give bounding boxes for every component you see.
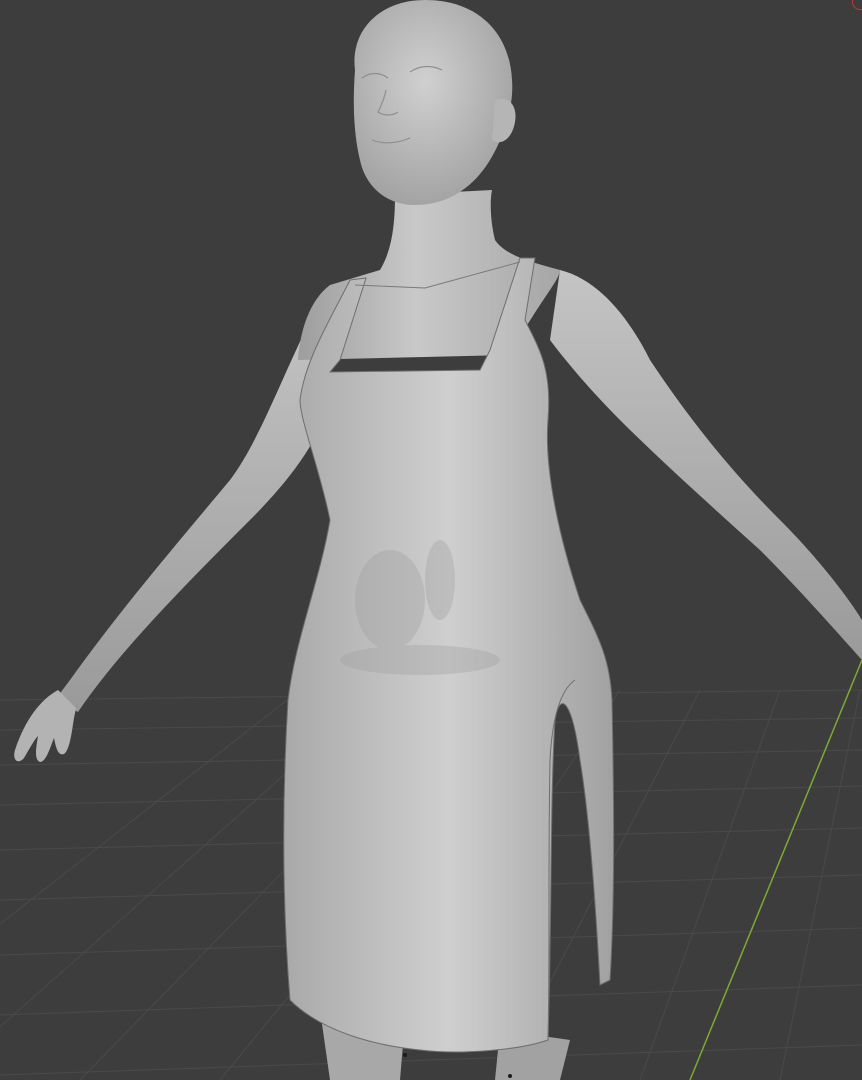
3d-viewport[interactable] xyxy=(0,0,862,1080)
dress-slit xyxy=(547,679,576,1041)
right-arm xyxy=(550,270,862,660)
viewport-canvas[interactable] xyxy=(0,0,862,1080)
head xyxy=(353,0,513,205)
left-hand xyxy=(14,690,76,762)
left-arm xyxy=(14,300,330,762)
dress[interactable] xyxy=(283,257,615,1053)
ear xyxy=(492,98,516,143)
